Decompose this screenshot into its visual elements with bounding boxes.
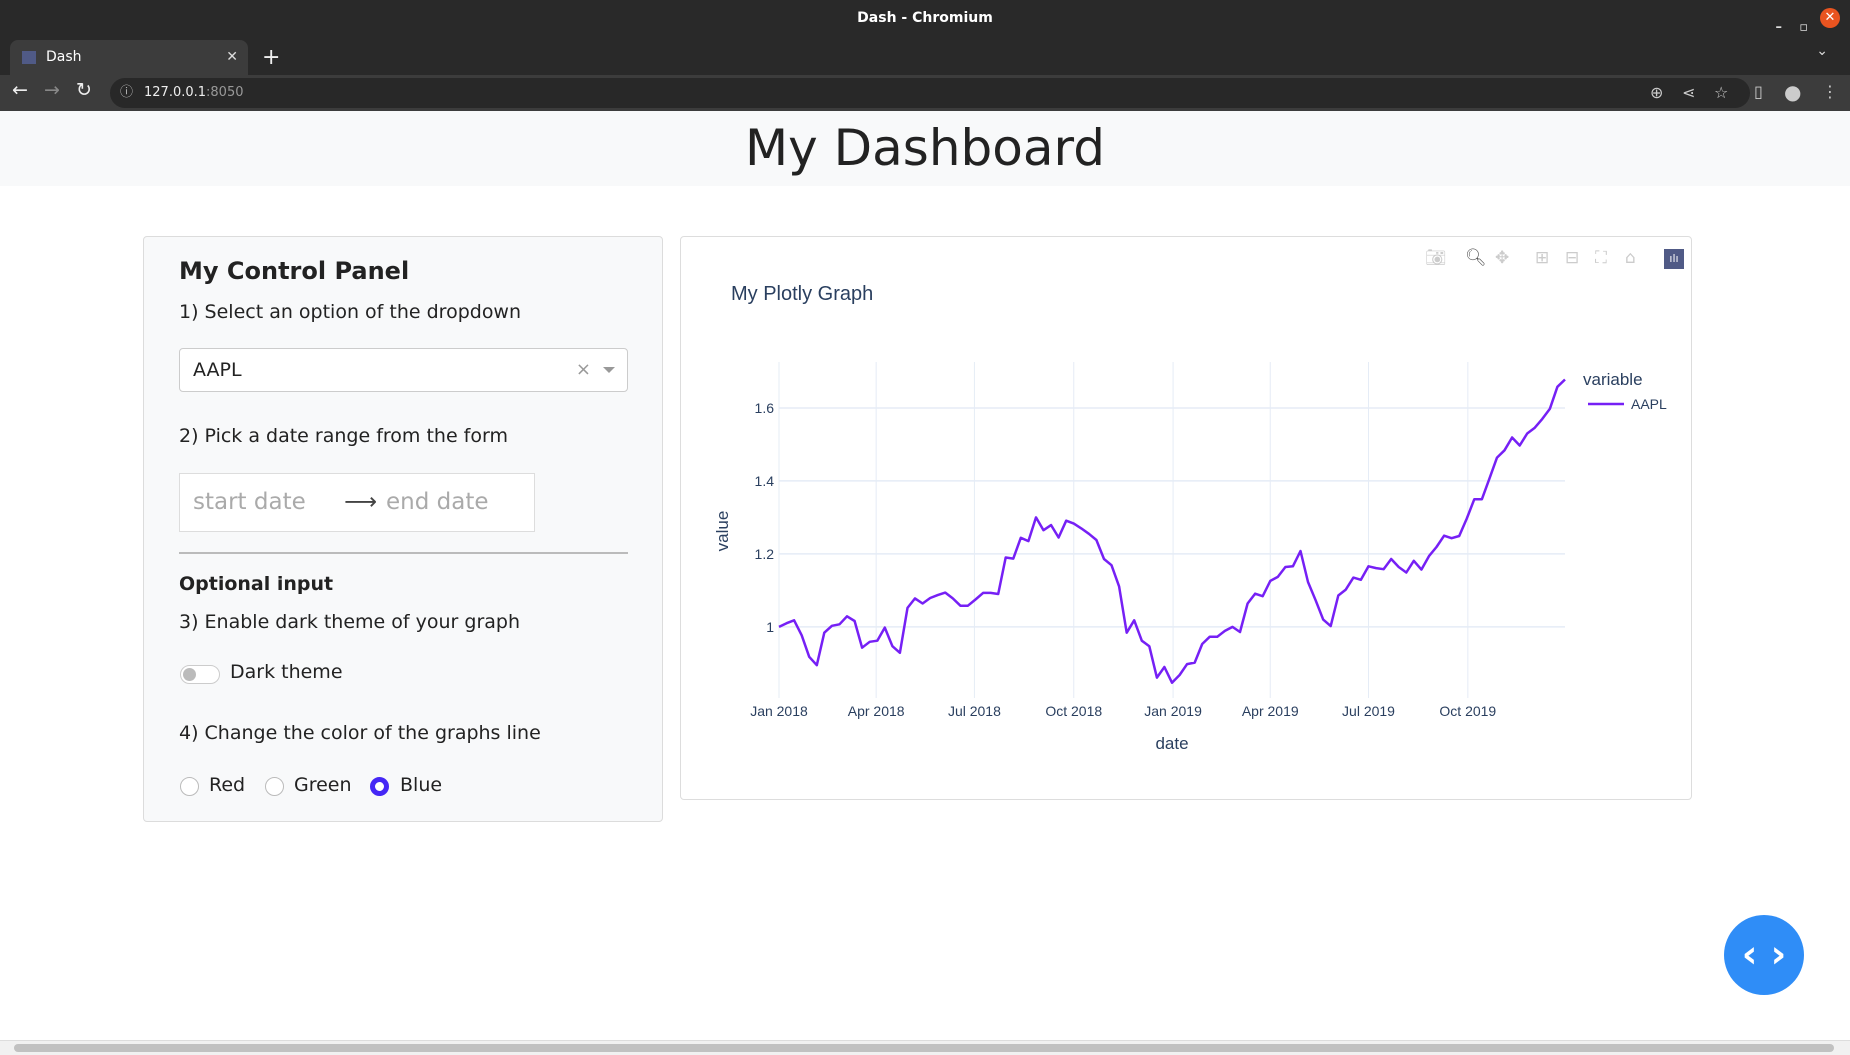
code-icon: ‹ › [1741, 932, 1787, 976]
x-tick-label: Jan 2019 [1144, 703, 1202, 719]
horizontal-scrollbar[interactable] [0, 1040, 1850, 1055]
series-line-aapl [778, 378, 1566, 684]
plotly-chart[interactable]: 1 1.2 1.4 1.6 Jan 2018 Apr 2018 Jul 2018 Oct 20… [0, 0, 1850, 1055]
chart-title: My Plotly Graph [731, 283, 873, 305]
x-tick-label: Apr 2019 [1242, 703, 1299, 719]
dash-debug-code-button[interactable]: ‹ › [1724, 915, 1804, 995]
y-tick-label: 1.2 [755, 546, 775, 562]
x-tick-label: Oct 2018 [1045, 703, 1102, 719]
x-tick-label: Oct 2019 [1439, 703, 1496, 719]
x-tick-label: Apr 2018 [848, 703, 905, 719]
legend-item-aapl[interactable]: AAPL [1631, 396, 1667, 412]
x-axis-label: date [1155, 734, 1188, 753]
legend-title: variable [1583, 370, 1643, 389]
y-axis-label: value [713, 511, 732, 552]
x-tick-label: Jul 2019 [1342, 703, 1395, 719]
y-tick-label: 1.6 [755, 400, 775, 416]
y-tick-label: 1 [766, 619, 774, 635]
x-tick-label: Jan 2018 [750, 703, 808, 719]
y-tick-label: 1.4 [755, 473, 775, 489]
x-tick-label: Jul 2018 [948, 703, 1001, 719]
